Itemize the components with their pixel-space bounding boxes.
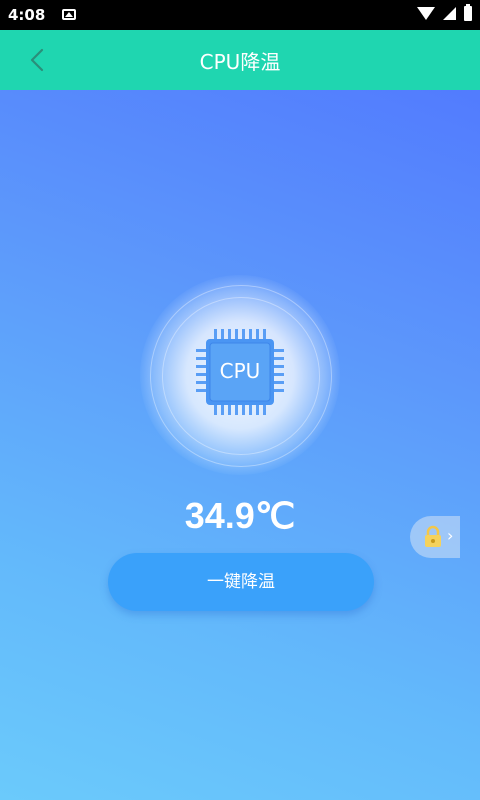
status-bar: 4:08 [0, 0, 480, 30]
cpu-cooling-screen: 4:08 CPU降温 CPU 34.9℃ 一键降温 › [0, 0, 480, 800]
one-click-cool-button[interactable]: 一键降温 [108, 553, 374, 611]
lock-icon [420, 524, 446, 550]
signal-icon [443, 7, 456, 20]
status-time: 4:08 [8, 6, 46, 24]
page-title: CPU降温 [199, 50, 281, 74]
chevron-right-icon: › [447, 526, 454, 545]
battery-icon [464, 4, 472, 21]
app-bar: CPU降温 [0, 30, 480, 90]
floating-widget[interactable]: › [410, 516, 460, 558]
cpu-chip-label: CPU [219, 359, 261, 383]
status-icons [417, 4, 472, 21]
wifi-icon [417, 7, 435, 20]
temperature-value: 34.9℃ [184, 495, 296, 536]
image-notification-icon [62, 9, 76, 20]
